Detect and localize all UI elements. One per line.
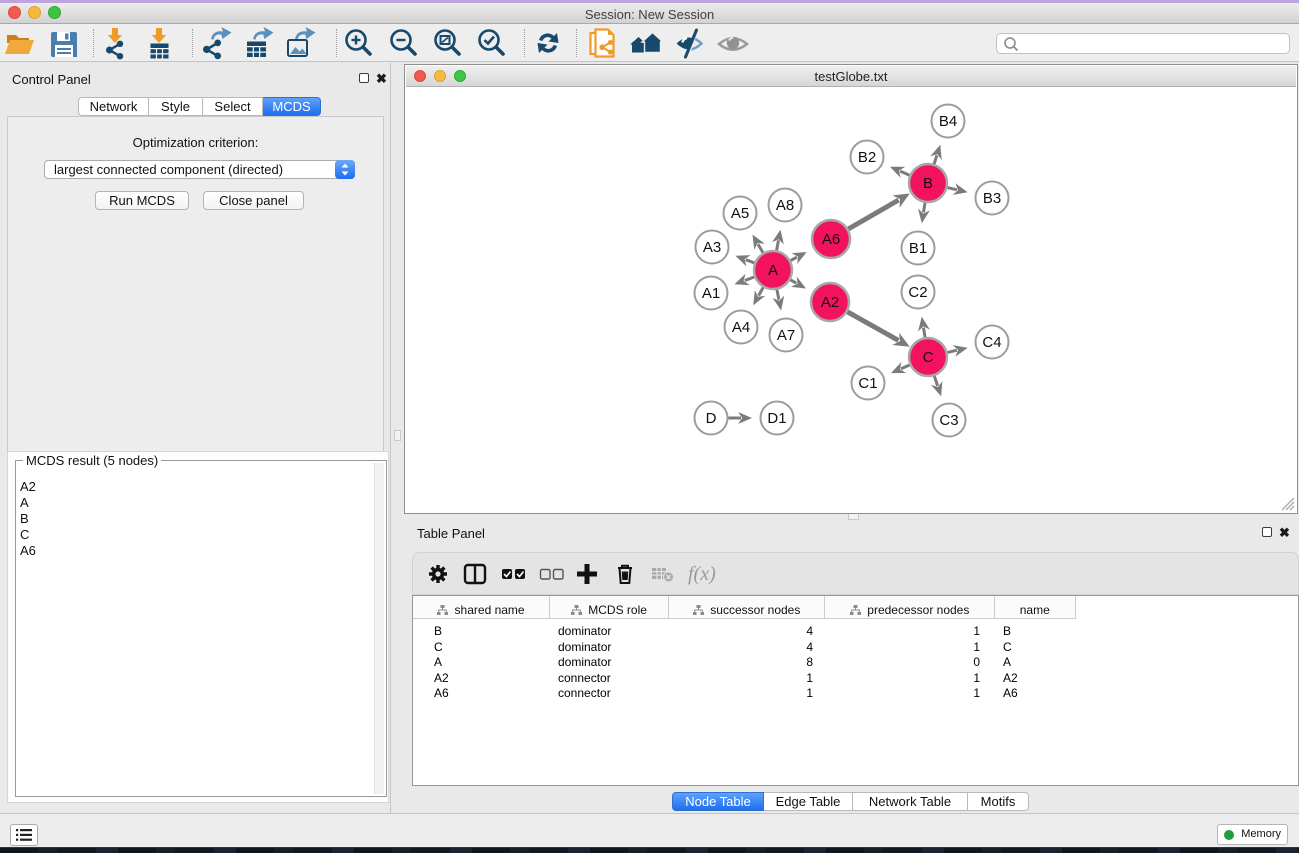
- svg-text:D: D: [706, 410, 717, 427]
- svg-text:f(x): f(x): [688, 563, 716, 585]
- svg-text:A1: A1: [702, 285, 720, 302]
- svg-text:C4: C4: [982, 334, 1001, 351]
- svg-text:C3: C3: [939, 412, 958, 429]
- svg-text:B3: B3: [983, 190, 1001, 207]
- svg-text:B: B: [923, 175, 933, 192]
- svg-text:A4: A4: [732, 319, 750, 336]
- svg-text:B2: B2: [858, 149, 876, 166]
- svg-text:A5: A5: [731, 205, 749, 222]
- svg-text:A7: A7: [777, 327, 795, 344]
- svg-text:B1: B1: [909, 240, 927, 257]
- svg-text:C1: C1: [858, 375, 877, 392]
- svg-text:A8: A8: [776, 197, 794, 214]
- svg-text:A6: A6: [822, 231, 840, 248]
- svg-text:A2: A2: [821, 294, 839, 311]
- svg-text:D1: D1: [767, 410, 786, 427]
- svg-text:C: C: [923, 349, 934, 366]
- svg-text:C2: C2: [908, 284, 927, 301]
- svg-text:B4: B4: [939, 113, 957, 130]
- svg-text:A3: A3: [703, 239, 721, 256]
- svg-text:A: A: [768, 262, 778, 279]
